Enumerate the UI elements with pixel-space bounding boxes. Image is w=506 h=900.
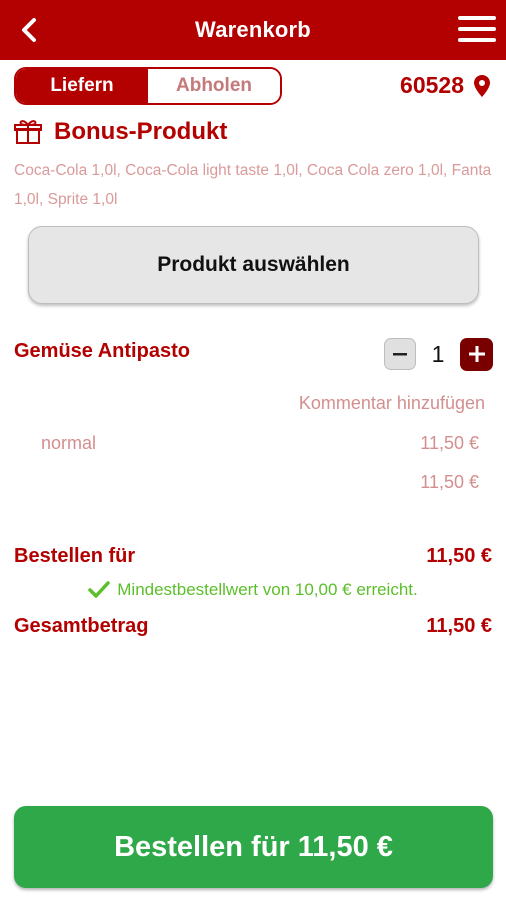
item-total-price: 11,50 € xyxy=(420,472,479,492)
minimum-order-note: Mindestbestellwert von 10,00 € erreicht. xyxy=(0,580,506,600)
order-for-value: 11,50 € xyxy=(426,545,492,567)
place-order-button[interactable]: Bestellen für 11,50 € xyxy=(14,806,493,888)
minus-icon xyxy=(393,353,407,356)
quantity-stepper: 1 xyxy=(384,337,493,371)
bonus-description: Coca-Cola 1,0l, Coca-Cola light taste 1,… xyxy=(14,162,492,208)
bonus-product-heading: Bonus-Produkt xyxy=(14,118,227,146)
total-label: Gesamtbetrag xyxy=(14,615,149,637)
menu-button[interactable] xyxy=(458,14,496,44)
page-title: Warenkorb xyxy=(195,17,311,42)
cart-item-name: Gemüse Antipasto xyxy=(14,340,190,362)
app-header: Warenkorb xyxy=(0,0,506,60)
item-variant: normal xyxy=(41,433,97,453)
map-pin-icon xyxy=(474,74,490,97)
plus-icon xyxy=(468,346,485,362)
delivery-option-abholen[interactable]: Abholen xyxy=(148,69,280,103)
delivery-option-liefern[interactable]: Liefern xyxy=(16,69,148,103)
add-comment-link[interactable]: Kommentar hinzufügen xyxy=(299,393,485,414)
quantity-value: 1 xyxy=(431,340,445,367)
select-product-button[interactable]: Produkt auswählen xyxy=(28,226,479,304)
zip-code: 60528 xyxy=(400,72,464,98)
hamburger-menu-icon xyxy=(458,16,496,42)
order-for-label: Bestellen für xyxy=(14,545,136,567)
minimum-order-text: Mindestbestellwert von 10,00 € erreicht. xyxy=(117,580,418,599)
bonus-title: Bonus-Produkt xyxy=(54,118,228,145)
item-variant-price: 11,50 € xyxy=(420,433,479,453)
gift-icon xyxy=(14,120,42,144)
checkmark-icon xyxy=(88,581,110,598)
location-selector[interactable]: 60528 xyxy=(400,72,490,99)
total-value: 11,50 € xyxy=(426,615,492,637)
delivery-mode-toggle: Liefern Abholen xyxy=(14,67,282,105)
decrease-quantity-button[interactable] xyxy=(384,338,416,370)
increase-quantity-button[interactable] xyxy=(460,337,493,371)
